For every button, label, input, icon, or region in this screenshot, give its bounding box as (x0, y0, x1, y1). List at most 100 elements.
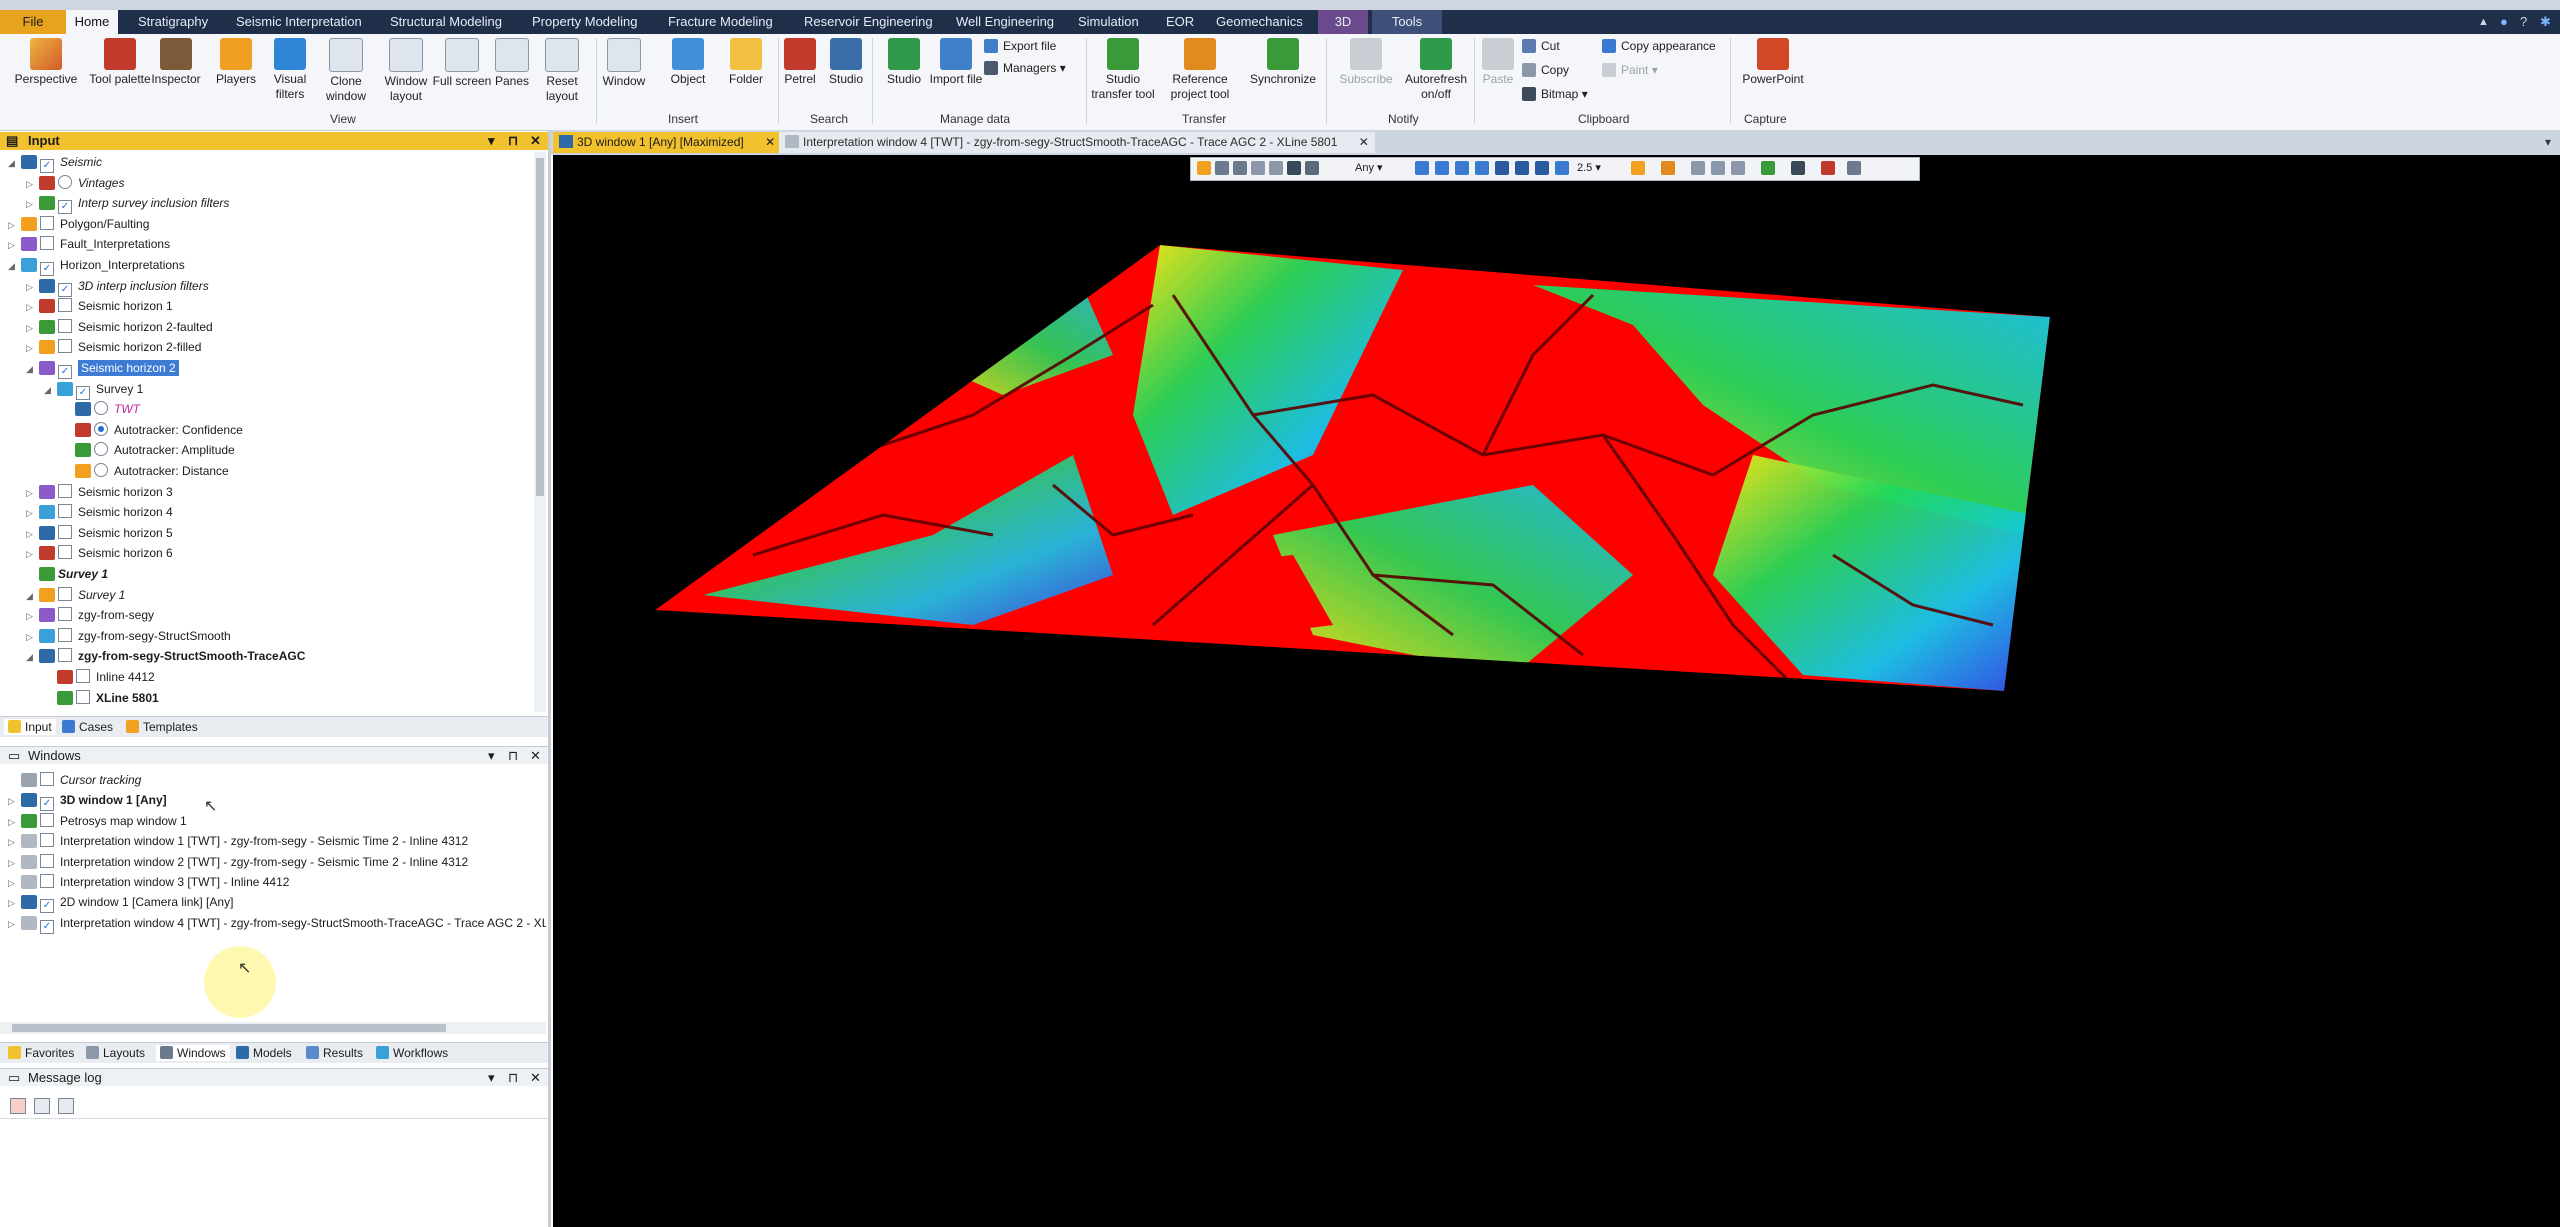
checkbox[interactable]: ✓ (40, 159, 54, 173)
z-scale-input[interactable]: 2.5 ▾ (1577, 160, 1601, 176)
pin-icon[interactable]: ⊓ (508, 747, 518, 765)
tab-seismic-interpretation[interactable]: Seismic Interpretation (236, 10, 362, 34)
home-view-icon[interactable] (1415, 161, 1429, 175)
expand-toggle-icon[interactable]: ▷ (8, 235, 18, 255)
export-file-button[interactable]: Export file (984, 38, 1056, 54)
window-item[interactable]: ▷ ✓ 3D window 1 [Any] (8, 790, 167, 812)
tree-item[interactable]: ▷ zgy-from-segy-StructSmooth (26, 626, 231, 646)
tree-item[interactable]: ▷ ✓ 3D interp inclusion filters (26, 276, 209, 297)
tab-favorites[interactable]: Favorites (4, 1045, 78, 1061)
checkbox[interactable] (58, 318, 72, 333)
tree-item[interactable]: XLine 5801 (44, 688, 159, 708)
tree-item[interactable]: ▷ Fault_Interpretations (8, 234, 170, 254)
tab-results[interactable]: Results (302, 1045, 367, 1061)
tool-palette-button[interactable]: Tool palette (88, 38, 152, 87)
autorefresh-button[interactable]: Autorefresh on/off (1404, 38, 1468, 102)
expand-toggle-icon[interactable]: ▷ (26, 338, 36, 358)
windows-h-scrollbar[interactable] (0, 1022, 546, 1034)
scrollbar-thumb[interactable] (12, 1024, 446, 1032)
pin-icon[interactable]: ⊓ (508, 132, 518, 150)
checkbox[interactable]: ✓ (40, 797, 54, 812)
tab-home[interactable]: Home (66, 10, 118, 34)
window-item[interactable]: ▷ Petrosys map window 1 (8, 811, 187, 831)
checkbox[interactable]: ✓ (40, 899, 54, 914)
expand-toggle-icon[interactable]: ▷ (8, 893, 18, 913)
lighting-icon[interactable] (1631, 161, 1645, 175)
tree-item[interactable]: Survey 1 (26, 564, 108, 584)
tree-item[interactable]: Autotracker: Distance (62, 461, 229, 481)
bitmap-button[interactable]: Bitmap ▾ (1522, 86, 1588, 102)
tab-fracture-modeling[interactable]: Fracture Modeling (668, 10, 773, 34)
select-icon[interactable] (1215, 161, 1229, 175)
checkbox[interactable] (58, 607, 72, 622)
reference-project-tool-button[interactable]: Reference project tool (1164, 38, 1236, 102)
tab-file[interactable]: File (0, 10, 66, 34)
checkbox[interactable] (40, 874, 54, 888)
checkbox[interactable] (76, 689, 90, 704)
clear-log-icon[interactable] (10, 1098, 26, 1114)
auto-legend-icon[interactable] (1761, 161, 1775, 175)
radio-button[interactable] (94, 442, 108, 457)
perspective-icon[interactable] (1555, 161, 1569, 175)
expand-toggle-icon[interactable]: ▷ (8, 914, 18, 934)
tree-item[interactable]: ▷ zgy-from-segy (26, 605, 154, 625)
pin-toolbar-icon[interactable] (1847, 161, 1861, 175)
checkbox[interactable] (58, 504, 72, 519)
checkbox[interactable] (40, 833, 54, 848)
expand-toggle-icon[interactable]: ▷ (26, 318, 36, 338)
tab-workflows[interactable]: Workflows (372, 1045, 452, 1061)
checkbox[interactable]: ✓ (58, 282, 72, 297)
expand-toggle-icon[interactable]: ▷ (26, 483, 36, 503)
tab-well-engineering[interactable]: Well Engineering (956, 10, 1054, 34)
background-icon[interactable] (1691, 161, 1705, 175)
tree-item[interactable]: ◢ Survey 1 (26, 585, 125, 605)
tab-property-modeling[interactable]: Property Modeling (532, 10, 638, 34)
perspective-button[interactable]: Perspective (14, 38, 78, 87)
checkbox[interactable] (40, 812, 54, 827)
pane-dropdown-icon[interactable]: ▾ (488, 132, 495, 150)
window-item[interactable]: ▷ Interpretation window 1 [TWT] - zgy-fro… (8, 831, 468, 851)
expand-toggle-icon[interactable]: ◢ (8, 153, 18, 173)
window-item[interactable]: ▷ ✓ Interpretation window 4 [TWT] - zgy-fr… (8, 913, 546, 934)
stop-icon[interactable] (1821, 161, 1835, 175)
expand-toggle-icon[interactable]: ◢ (8, 256, 18, 276)
checkbox[interactable]: ✓ (58, 365, 72, 379)
cut-button[interactable]: Cut (1522, 38, 1560, 54)
checkbox[interactable] (58, 545, 72, 560)
collapse-ribbon-icon[interactable]: ▲ (2478, 10, 2489, 34)
tree-item[interactable]: ▷ Polygon/Faulting (8, 214, 149, 234)
close-tab-icon[interactable]: ✕ (1359, 135, 1369, 149)
tab-list-icon[interactable]: ▾ (2539, 132, 2557, 153)
expand-toggle-icon[interactable]: ▷ (8, 215, 18, 235)
expand-toggle-icon[interactable]: ◢ (26, 359, 36, 379)
expand-toggle-icon[interactable]: ▷ (26, 544, 36, 564)
visual-filters-button[interactable]: Visual filters (258, 38, 322, 102)
studio-transfer-tool-button[interactable]: Studio transfer tool (1090, 38, 1156, 102)
checkbox[interactable] (58, 648, 72, 663)
tree-item[interactable]: ▷ ✓ Interp survey inclusion filters (26, 193, 229, 215)
expand-toggle-icon[interactable]: ▷ (26, 174, 36, 194)
reset-layout-button[interactable]: Reset layout (530, 38, 594, 104)
checkbox[interactable] (40, 853, 54, 868)
expand-toggle-icon[interactable]: ▷ (8, 791, 18, 811)
expand-toggle-icon[interactable]: ▷ (26, 297, 36, 317)
tab-structural-modeling[interactable]: Structural Modeling (390, 10, 502, 34)
view-north-icon[interactable] (1475, 161, 1489, 175)
tab-interpretation-window-4[interactable]: Interpretation window 4 [TWT] - zgy-from… (779, 132, 1375, 153)
tree-item[interactable]: Autotracker: Confidence (62, 420, 243, 440)
tab-tools[interactable]: Tools (1372, 10, 1442, 34)
view-west-icon[interactable] (1535, 161, 1549, 175)
camera-icon[interactable] (1791, 161, 1805, 175)
orbit-icon[interactable] (1435, 161, 1449, 175)
close-tab-icon[interactable]: ✕ (765, 135, 775, 149)
close-icon[interactable]: ✕ (530, 747, 541, 765)
checkbox[interactable] (58, 339, 72, 354)
tab-windows[interactable]: Windows (156, 1045, 230, 1061)
pick-mode-icon[interactable] (1197, 161, 1211, 175)
view-all-icon[interactable] (1233, 161, 1247, 175)
clone-window-button[interactable]: Clone window (314, 38, 378, 104)
copy-appearance-button[interactable]: Copy appearance (1602, 38, 1716, 54)
checkbox[interactable] (40, 236, 54, 251)
window-item[interactable]: ▷ Interpretation window 2 [TWT] - zgy-fro… (8, 852, 468, 872)
window-item[interactable]: ▷ Interpretation window 3 [TWT] - Inline … (8, 872, 289, 892)
